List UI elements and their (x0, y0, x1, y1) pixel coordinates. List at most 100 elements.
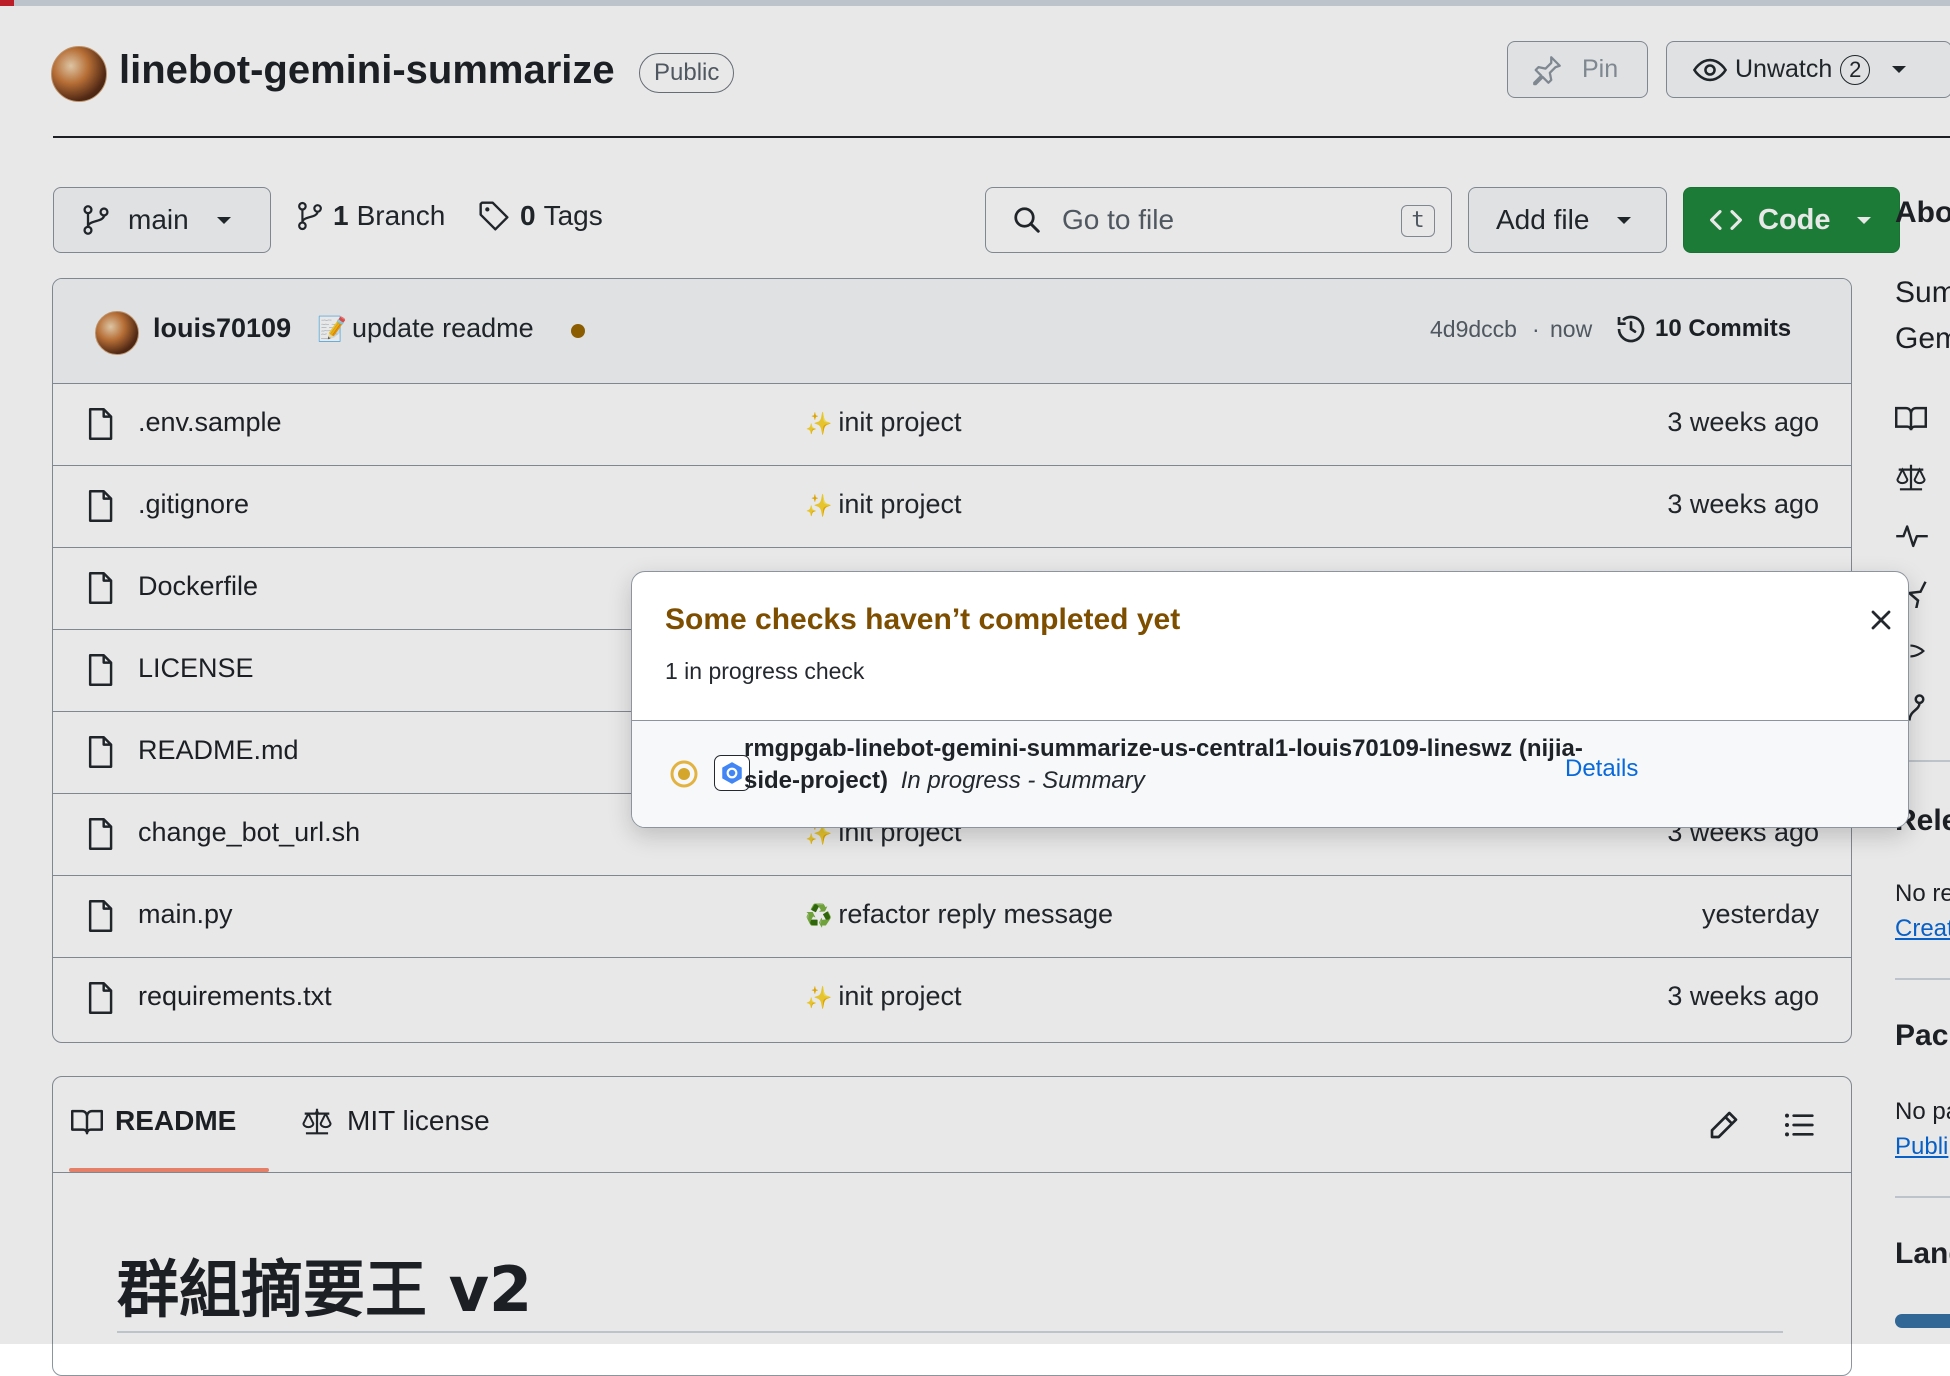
add-file-label: Add file (1496, 204, 1590, 235)
file-commit-age: yesterday (1701, 899, 1819, 929)
edit-pencil-icon[interactable] (1708, 1109, 1740, 1141)
file-commit-message-wrap: ✨ init project (805, 981, 961, 1012)
tags-label: Tags (543, 200, 603, 231)
check-name-line2-wrap: side-project) In progress - Summary (744, 767, 1145, 795)
code-button[interactable]: Code (1683, 187, 1900, 253)
watch-count: 2 (1840, 54, 1871, 85)
forks-icon[interactable] (1906, 693, 1928, 723)
file-commit-message[interactable]: init project (838, 981, 961, 1011)
file-name[interactable]: .env.sample (138, 407, 282, 438)
about-desc-line1: Sum (1895, 276, 1950, 309)
packages-title[interactable]: Pac (1895, 1019, 1948, 1053)
latest-commit-bar: louis70109 📝 update readme 4d9dccb · now… (53, 279, 1851, 384)
commits-link[interactable]: 10 Commits (1655, 315, 1791, 343)
commit-message[interactable]: update readme (352, 313, 534, 344)
tab-readme[interactable]: README (71, 1105, 236, 1137)
tab-readme-underline (69, 1168, 269, 1172)
publish-package-link[interactable]: Publi (1895, 1133, 1948, 1161)
file-row[interactable]: .gitignore ✨ init project 3 weeks ago (53, 466, 1851, 548)
tab-readme-label: README (115, 1105, 237, 1136)
unwatch-label: Unwatch (1735, 55, 1833, 83)
close-icon[interactable] (1869, 608, 1893, 632)
commit-author[interactable]: louis70109 (153, 313, 291, 344)
shortcut-key: t (1401, 205, 1435, 237)
eye-icon (1693, 58, 1727, 81)
check-name-line1[interactable]: rmgpgab-linebot-gemini-summarize-us-cent… (744, 735, 1583, 763)
file-icon (88, 736, 113, 768)
language-bar (1895, 1314, 1950, 1328)
author-avatar[interactable] (95, 311, 139, 355)
file-icon (88, 900, 113, 932)
tab-license[interactable]: MIT license (301, 1105, 490, 1137)
branch-caret (216, 216, 231, 224)
file-commit-message-wrap: ✨ init project (805, 489, 961, 520)
commit-emoji: 📝 (317, 316, 347, 343)
outline-list-icon[interactable] (1783, 1109, 1815, 1141)
checks-popover: Some checks haven’t completed yet 1 in p… (631, 571, 1909, 828)
file-name[interactable]: main.py (138, 899, 233, 930)
add-file-caret (1617, 216, 1632, 224)
code-icon (1710, 210, 1742, 230)
file-commit-age: 3 weeks ago (1667, 981, 1819, 1011)
file-name[interactable]: README.md (138, 735, 299, 766)
check-name-line2[interactable]: side-project) (744, 767, 888, 794)
code-caret (1856, 216, 1871, 224)
file-commit-message[interactable]: init project (838, 489, 961, 519)
file-icon (88, 982, 113, 1014)
pin-button[interactable]: Pin (1507, 41, 1648, 98)
file-row[interactable]: .env.sample ✨ init project 3 weeks ago (53, 384, 1851, 466)
readme-book-icon[interactable] (1895, 404, 1927, 432)
file-name[interactable]: LICENSE (138, 653, 254, 684)
readme-heading-rule (117, 1331, 1783, 1333)
go-to-file-placeholder: Go to file (1062, 204, 1175, 235)
search-icon (1014, 207, 1040, 233)
unwatch-button[interactable]: Unwatch 2 (1666, 41, 1950, 98)
readme-heading: 群組摘要王 v2 (117, 1253, 533, 1326)
commit-time: now (1550, 316, 1593, 342)
file-icon (88, 490, 113, 522)
star-icon[interactable] (1906, 578, 1930, 608)
unwatch-dropdown-caret[interactable] (1892, 66, 1907, 73)
file-icon (88, 654, 113, 686)
file-commit-age: 3 weeks ago (1667, 489, 1819, 519)
branch-selector[interactable]: main (53, 187, 271, 253)
watchers-eye-icon[interactable] (1906, 638, 1930, 664)
license-scale-icon[interactable] (1895, 462, 1927, 492)
details-link[interactable]: Details (1565, 755, 1638, 783)
file-row[interactable]: requirements.txt ✨ init project 3 weeks ago (53, 958, 1851, 1040)
book-icon (71, 1109, 103, 1135)
create-release-link[interactable]: Creat (1895, 915, 1950, 943)
file-icon (88, 818, 113, 850)
file-commit-message[interactable]: refactor reply message (838, 899, 1113, 929)
readme-panel: README MIT license 群組摘要王 v2 (52, 1076, 1852, 1376)
file-commit-message-wrap: ✨ init project (805, 407, 961, 438)
check-run-row: rmgpgab-linebot-gemini-summarize-us-cent… (632, 721, 1908, 827)
commit-status-dot[interactable] (571, 324, 585, 338)
branches-count: 1 (333, 200, 349, 231)
file-commit-message-wrap: ♻️ refactor reply message (805, 899, 1113, 930)
about-desc-line2: Gem (1895, 322, 1950, 355)
file-commit-message[interactable]: init project (838, 407, 961, 437)
activity-pulse-icon[interactable] (1895, 521, 1929, 549)
repo-name[interactable]: linebot-gemini-summarize (119, 48, 615, 93)
file-row[interactable]: main.py ♻️ refactor reply message yesterday (53, 876, 1851, 958)
go-to-file-input[interactable]: Go to file t (985, 187, 1452, 253)
file-name[interactable]: .gitignore (138, 489, 249, 520)
file-name[interactable]: Dockerfile (138, 571, 258, 602)
branch-name: main (128, 204, 189, 235)
popover-subtitle: 1 in progress check (665, 658, 865, 684)
file-commit-emoji: ✨ (805, 985, 833, 1010)
file-name[interactable]: requirements.txt (138, 981, 332, 1012)
packages-empty-text: No pa (1895, 1098, 1950, 1125)
add-file-button[interactable]: Add file (1468, 187, 1667, 253)
branch-icon (298, 201, 322, 231)
file-icon (88, 572, 113, 604)
code-label: Code (1758, 203, 1831, 236)
branches-link[interactable]: 1 Branch (297, 200, 445, 232)
popover-title: Some checks haven’t completed yet (665, 603, 1181, 636)
commit-sha[interactable]: 4d9dccb (1430, 316, 1517, 343)
pin-icon (1533, 55, 1561, 85)
owner-avatar[interactable] (51, 46, 107, 102)
tags-link[interactable]: 0 Tags (478, 200, 603, 232)
file-name[interactable]: change_bot_url.sh (138, 817, 360, 848)
